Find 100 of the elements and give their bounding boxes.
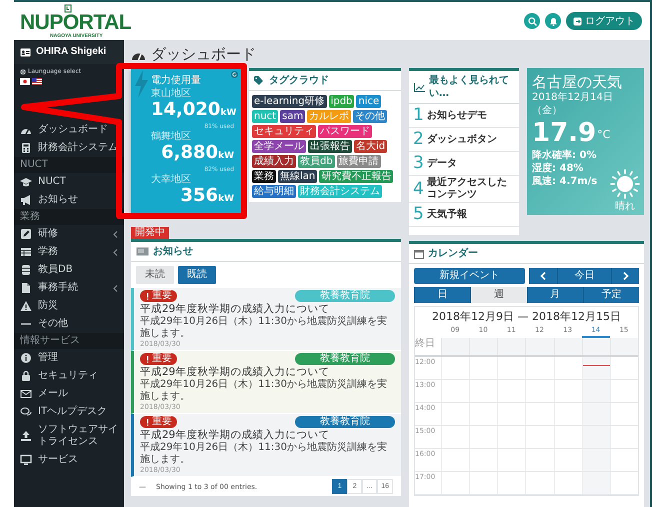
panel-title: お知らせ [153,245,193,258]
tag[interactable]: nice [356,95,382,108]
tag[interactable]: 教員db [298,155,335,168]
panel-title: 最もよく見られてい… [429,74,510,100]
all-day-cell[interactable] [610,338,638,355]
notice-title: 平成29年度秋学期の成績入力について [140,303,330,316]
ranking-label: データ [427,158,457,170]
sidebar-item[interactable]: お知らせ [14,191,124,209]
tag[interactable]: セキュリティ [252,125,316,138]
power-value: 14,020kW [151,100,234,122]
tag[interactable]: 名大id [354,140,388,153]
sidebar-item[interactable]: ダッシュボード [14,121,124,139]
sidebar-item[interactable]: サービス [14,451,124,469]
sidebar-item[interactable]: ソフトウェアサイトライセンス [14,421,124,451]
sidebar-item[interactable]: ITヘルプデスク [14,403,124,421]
status-badge: 開発中 [131,227,169,239]
lightning-icon [134,70,150,98]
all-day-cell[interactable] [554,338,582,355]
notice-body: 平成29年10月26日（木）11:30から地震防災訓練を実施します。 [140,316,388,340]
search-button[interactable] [524,13,540,29]
sidebar-item[interactable]: 管理 [14,349,124,367]
category-tag: 教養教育院 [295,290,395,302]
alert-icon [145,292,150,300]
new-event-button[interactable]: 新規イベント [414,268,524,284]
sidebar-item[interactable]: 研修 [14,225,124,243]
filter-tab[interactable]: 未読 [136,266,174,284]
today-button[interactable]: 今日 [556,268,611,284]
notice-body: 平成29年10月26日（木）11:30から地震防災訓練を実施します。 [140,442,388,466]
chevron-left-icon [540,272,546,280]
temperature-unit: °C [597,128,610,141]
sidebar-item[interactable]: その他 [14,315,124,333]
all-day-cell[interactable] [525,338,554,355]
tag[interactable]: 業務 [252,170,276,183]
calendar-cell[interactable] [582,449,610,471]
tag[interactable]: e-learning研修 [252,95,327,108]
page-title: ダッシュボード [151,44,256,64]
japan-flag-icon[interactable] [20,78,30,85]
bell-icon [548,16,558,26]
sidebar-item[interactable]: メール [14,385,124,403]
megaphone-icon [20,194,32,206]
temperature: 17.9 [532,119,596,147]
view-tab[interactable]: 月 [526,287,583,303]
ranking-label: ダッシュボタン [427,134,497,146]
tag[interactable]: 全学メール [252,140,306,153]
sidebar-item[interactable]: 教員DB [14,261,124,279]
all-day-cell[interactable] [582,338,610,355]
tag[interactable]: sam [280,110,306,123]
tag[interactable]: 旅費申請 [336,155,381,168]
document-icon [20,282,32,294]
envelope-icon [20,388,32,400]
alert-icon [145,418,150,426]
calendar-cell[interactable] [582,472,610,494]
tag-icon [254,76,265,85]
globe-icon [20,68,26,74]
sidebar-section-label: 情報サービス [14,333,124,349]
graduation-cap-icon [20,176,32,188]
sidebar-item[interactable]: NUCT [14,173,124,191]
news-icon [136,247,149,256]
us-flag-icon[interactable] [32,78,42,85]
tag[interactable]: ipdb [328,95,354,108]
warning-icon [20,300,32,312]
calendar-cell[interactable] [582,380,610,402]
calendar-cell[interactable] [582,357,610,379]
notice-title: 平成29年度秋学期の成績入力について [140,429,330,442]
calendar-cell[interactable] [582,403,610,425]
filter-tab[interactable]: 既読 [178,266,216,284]
sidebar-item[interactable]: 防災 [14,297,124,315]
all-day-cell[interactable] [441,338,470,355]
previous-button[interactable] [528,268,556,284]
sidebar-item[interactable]: 学務 [14,243,124,261]
ranking-label: 天気予報 [427,208,467,220]
view-tab[interactable]: 日 [414,287,470,303]
site-name: 鶴舞地区 [151,131,192,143]
refresh-icon[interactable] [231,71,238,78]
calendar-cell[interactable] [582,426,610,448]
sidebar-item[interactable]: セキュリティ [14,367,124,385]
all-day-cell[interactable] [469,338,498,355]
chevron-icon [113,230,118,238]
weather-detail: 降水確率: 0% [532,149,598,162]
sidebar-item[interactable]: 事務手続 [14,279,124,297]
tag[interactable]: その他 [353,110,388,123]
tag[interactable]: 給与明細 [252,185,296,198]
tag[interactable]: 無線lan [278,170,318,183]
calendar-icon [414,248,424,258]
tag[interactable]: 成績入力 [252,155,296,168]
next-button[interactable] [611,268,639,284]
view-tab[interactable]: 週 [470,287,526,303]
monitor-icon [20,454,32,466]
rank-number: 2 [413,130,423,149]
user-name: OHIRA Shigeki [36,46,106,58]
tag[interactable]: パスワード [318,125,372,138]
all-day-cell[interactable] [497,338,526,355]
sidebar-section-label: NUCT [14,157,124,173]
tag[interactable]: 研究費不正報告 [319,170,394,183]
logout-button[interactable]: ログアウト [566,12,642,30]
tag[interactable]: 出張報告 [308,140,352,153]
notification-button[interactable] [545,13,561,29]
weather-detail: 風速: 4.7m/s [532,175,598,188]
view-tab[interactable]: 予定 [582,287,639,303]
sidebar-section-label: 業務 [14,209,124,225]
